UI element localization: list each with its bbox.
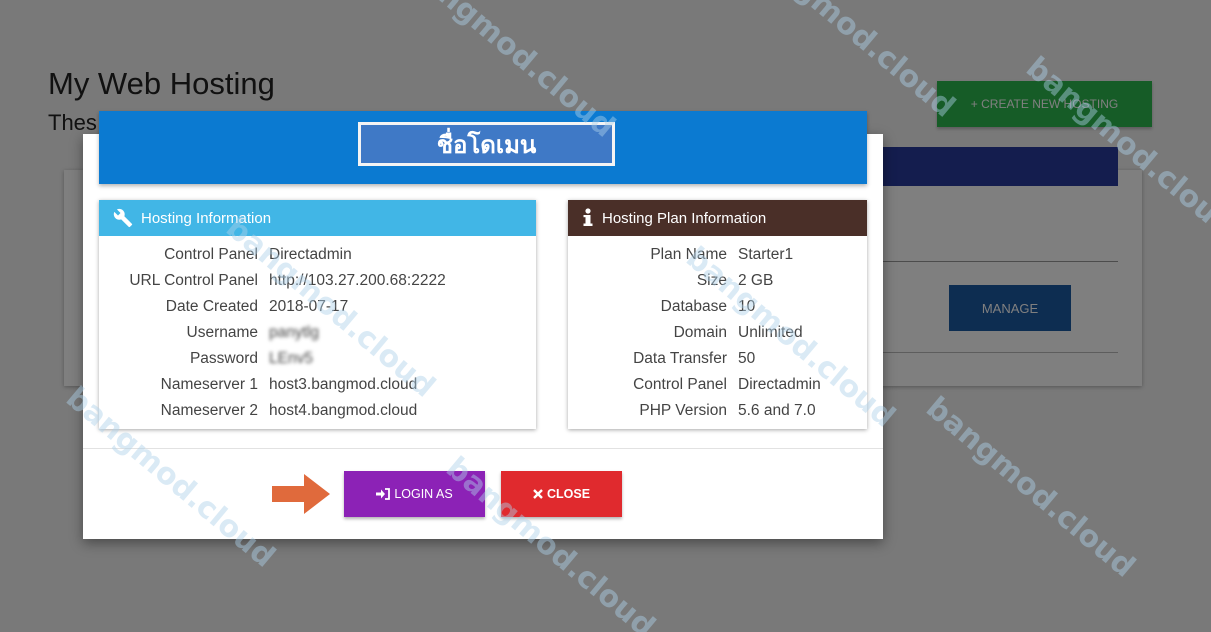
row-label: Domain: [673, 324, 727, 341]
control-panel-url-link[interactable]: http://103.27.200.68:2222: [269, 272, 446, 290]
row-value: host3.bangmod.cloud: [269, 376, 418, 393]
plan-row-database: Database 10: [568, 294, 867, 320]
row-label: Date Created: [165, 298, 258, 315]
hosting-information-header: Hosting Information: [99, 200, 536, 236]
info-row-date-created: Date Created 2018-07-17: [99, 294, 536, 320]
row-value: Directadmin: [738, 376, 821, 393]
plan-row-domain: Domain Unlimited: [568, 320, 867, 346]
arrow-right-icon: [272, 474, 330, 514]
info-row-nameserver-2: Nameserver 2 host4.bangmod.cloud: [99, 398, 536, 424]
sign-in-icon: [376, 488, 391, 500]
info-row-password: Password LEnv5: [99, 346, 536, 372]
close-button[interactable]: CLOSE: [501, 471, 622, 517]
row-value: 5.6 and 7.0: [738, 402, 816, 419]
row-label: Plan Name: [650, 246, 727, 263]
row-label: Control Panel: [633, 376, 727, 393]
row-value: 2 GB: [738, 272, 774, 289]
row-value: 2018-07-17: [269, 298, 349, 315]
info-row-control-panel: Control Panel Directadmin: [99, 242, 536, 268]
info-row-nameserver-1: Nameserver 1 host3.bangmod.cloud: [99, 372, 536, 398]
info-icon: [583, 208, 593, 226]
row-label: Nameserver 1: [160, 376, 258, 393]
plan-row-control-panel: Control Panel Directadmin: [568, 372, 867, 398]
hosting-plan-information-header: Hosting Plan Information: [568, 200, 867, 236]
row-label: Password: [189, 350, 258, 367]
hosting-plan-information-title: Hosting Plan Information: [602, 209, 767, 227]
hosting-plan-information-panel: Hosting Plan Information Plan Name Starte…: [568, 200, 867, 429]
login-as-label: LOGIN AS: [394, 487, 453, 501]
row-label: URL Control Panel: [129, 272, 258, 289]
info-row-url-control-panel: URL Control Panel http://103.27.200.68:22…: [99, 268, 536, 294]
row-value: Unlimited: [738, 324, 803, 341]
password-value: LEnv5: [269, 350, 313, 367]
modal-footer-divider: [83, 448, 883, 449]
row-label: Database: [660, 298, 727, 315]
row-value: host4.bangmod.cloud: [269, 402, 418, 419]
hosting-information-title: Hosting Information: [141, 209, 272, 227]
plan-row-data-transfer: Data Transfer 50: [568, 346, 867, 372]
row-value: Directadmin: [269, 246, 352, 263]
close-icon: [533, 489, 543, 499]
row-label: PHP Version: [639, 402, 727, 419]
row-label: Nameserver 2: [160, 402, 258, 419]
row-value: Starter1: [738, 246, 794, 263]
info-row-username: Username panytlg: [99, 320, 536, 346]
row-value: 50: [738, 350, 756, 367]
plan-row-size: Size 2 GB: [568, 268, 867, 294]
row-label: Username: [186, 324, 259, 341]
row-label: Size: [696, 272, 727, 289]
login-as-button[interactable]: LOGIN AS: [344, 471, 485, 517]
wrench-icon: [113, 208, 133, 228]
domain-name-title: ชื่อโดเมน: [358, 122, 615, 166]
plan-row-plan-name: Plan Name Starter1: [568, 242, 867, 268]
row-value: 10: [738, 298, 756, 315]
row-label: Data Transfer: [633, 350, 727, 367]
close-label: CLOSE: [546, 487, 591, 501]
username-value: panytlg: [269, 324, 319, 341]
hosting-information-panel: Hosting Information Control Panel Directa…: [99, 200, 536, 429]
plan-row-php-version: PHP Version 5.6 and 7.0: [568, 398, 867, 424]
row-label: Control Panel: [164, 246, 258, 263]
